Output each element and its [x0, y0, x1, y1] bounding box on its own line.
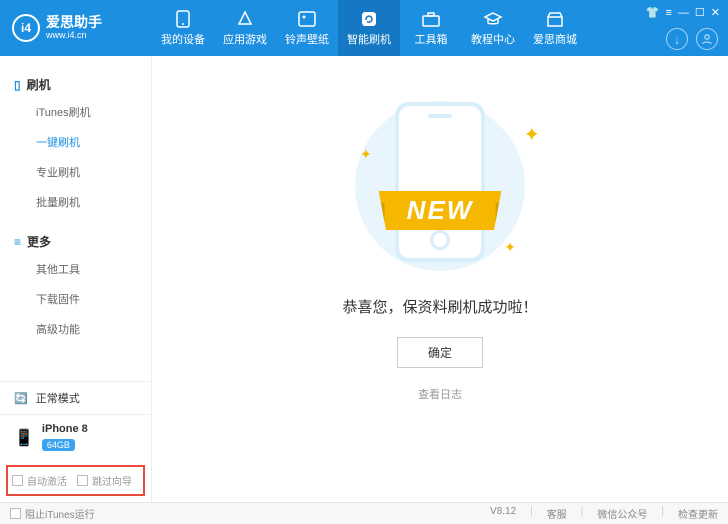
sidebar-item-oneclick-flash[interactable]: 一键刷机 — [0, 127, 151, 157]
logo-icon: i4 — [12, 14, 40, 42]
sidebar-group-flash[interactable]: ▯刷机 — [0, 72, 151, 97]
sidebar-item-itunes-flash[interactable]: iTunes刷机 — [0, 97, 151, 127]
check-auto-activate[interactable]: 自动激活 — [12, 473, 67, 488]
view-log-link[interactable]: 查看日志 — [418, 386, 462, 402]
nav-tutorials[interactable]: 教程中心 — [462, 0, 524, 56]
shirt-icon[interactable]: 👕 — [646, 6, 660, 19]
maximize-icon[interactable]: ☐ — [695, 6, 705, 19]
new-ribbon: NEW — [379, 191, 502, 230]
version-label: V8.12 — [490, 506, 516, 521]
minimize-icon[interactable]: — — [678, 7, 689, 19]
refresh-icon — [360, 9, 378, 29]
shop-icon — [546, 9, 564, 29]
success-illustration: ✦ ✦ ✦ NEW — [330, 96, 550, 276]
sidebar-group-more[interactable]: ≡更多 — [0, 229, 151, 254]
app-url: www.i4.cn — [46, 29, 102, 41]
image-icon — [298, 9, 316, 29]
logo[interactable]: i4 爱思助手 www.i4.cn — [0, 14, 152, 42]
sidebar-item-batch-flash[interactable]: 批量刷机 — [0, 187, 151, 217]
star-icon: ✦ — [524, 123, 540, 147]
nav-apps[interactable]: 应用游戏 — [214, 0, 276, 56]
footer: 阻止iTunes运行 V8.12 | 客服 | 微信公众号 | 检查更新 — [0, 502, 728, 524]
nav-ringtones[interactable]: 铃声壁纸 — [276, 0, 338, 56]
sidebar-item-download-fw[interactable]: 下载固件 — [0, 284, 151, 314]
footer-link-wechat[interactable]: 微信公众号 — [597, 506, 647, 521]
user-icon[interactable] — [696, 28, 718, 50]
download-icon[interactable]: ↓ — [666, 28, 688, 50]
success-message: 恭喜您，保资料刷机成功啦！ — [342, 296, 537, 317]
sidebar-device[interactable]: 📱 iPhone 8 64GB — [0, 415, 151, 461]
nav-toolbox[interactable]: 工具箱 — [400, 0, 462, 56]
sidebar-item-advanced[interactable]: 高级功能 — [0, 314, 151, 344]
toolbox-icon — [422, 9, 440, 29]
device-name: iPhone 8 — [42, 423, 88, 435]
sidebar-item-other-tools[interactable]: 其他工具 — [0, 254, 151, 284]
sidebar-mode[interactable]: 🔄 正常模式 — [0, 381, 151, 415]
phone-icon: ▯ — [14, 78, 21, 92]
header: i4 爱思助手 www.i4.cn 我的设备 应用游戏 铃声壁纸 智能刷机 工具… — [0, 0, 728, 56]
nav-my-device[interactable]: 我的设备 — [152, 0, 214, 56]
check-skip-wizard[interactable]: 跳过向导 — [77, 473, 132, 488]
device-storage-badge: 64GB — [42, 439, 75, 451]
checkbox-icon — [10, 508, 21, 519]
phone-icon — [176, 9, 190, 29]
mode-label: 正常模式 — [36, 390, 80, 406]
cap-icon — [483, 9, 503, 29]
ok-button[interactable]: 确定 — [397, 337, 483, 368]
check-block-itunes[interactable]: 阻止iTunes运行 — [10, 506, 95, 521]
sidebar-checks-box: 自动激活 跳过向导 — [6, 465, 145, 496]
footer-link-support[interactable]: 客服 — [547, 506, 567, 521]
nav-flash[interactable]: 智能刷机 — [338, 0, 400, 56]
device-icon: 📱 — [14, 428, 34, 448]
mode-icon: 🔄 — [14, 392, 28, 405]
checkbox-icon — [77, 475, 88, 486]
sidebar: ▯刷机 iTunes刷机 一键刷机 专业刷机 批量刷机 ≡更多 其他工具 下载固… — [0, 56, 152, 502]
more-icon: ≡ — [14, 235, 21, 249]
menu-icon[interactable]: ≡ — [665, 7, 671, 19]
star-icon: ✦ — [504, 239, 516, 256]
close-icon[interactable]: ✕ — [711, 6, 720, 19]
nav-shop[interactable]: 爱思商城 — [524, 0, 586, 56]
top-nav: 我的设备 应用游戏 铃声壁纸 智能刷机 工具箱 教程中心 爱思商城 — [152, 0, 586, 56]
app-name: 爱思助手 — [46, 15, 102, 29]
apps-icon — [236, 9, 254, 29]
main-content: ✦ ✦ ✦ NEW 恭喜您，保资料刷机成功啦！ 确定 查看日志 — [152, 56, 728, 502]
footer-link-update[interactable]: 检查更新 — [678, 506, 718, 521]
sidebar-item-pro-flash[interactable]: 专业刷机 — [0, 157, 151, 187]
checkbox-icon — [12, 475, 23, 486]
star-icon: ✦ — [360, 146, 372, 163]
